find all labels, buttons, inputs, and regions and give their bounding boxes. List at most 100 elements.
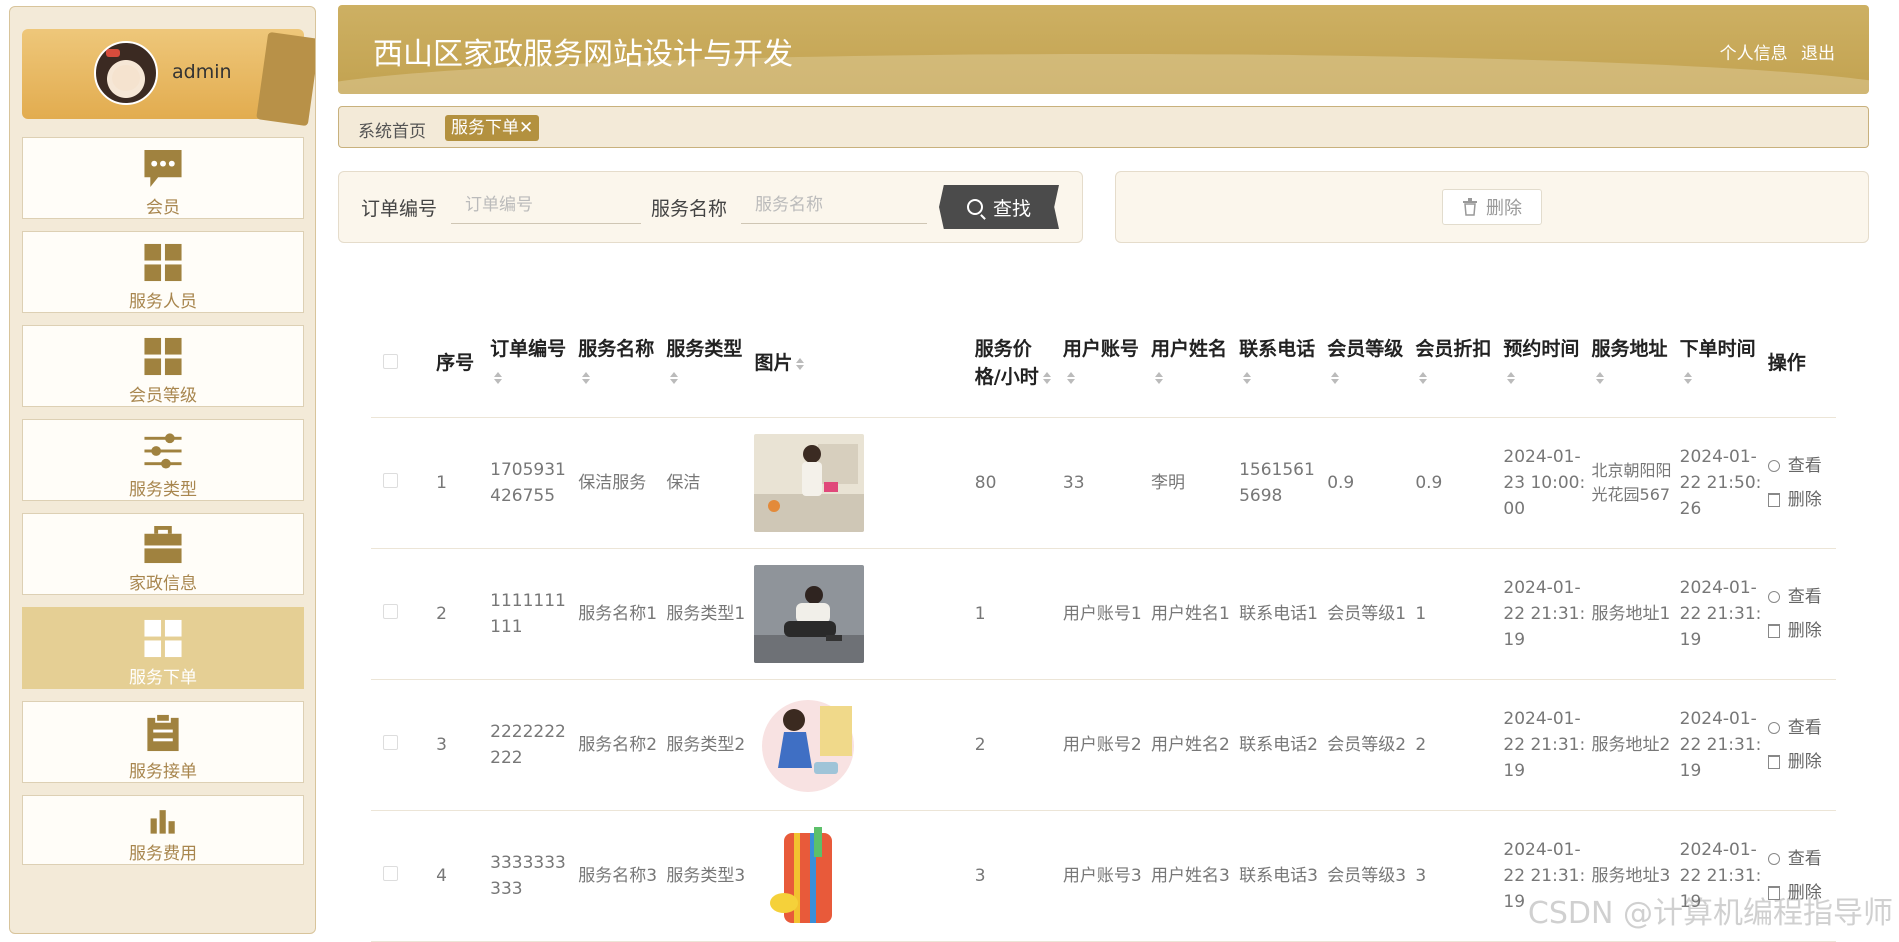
service-image[interactable] xyxy=(754,827,865,925)
cell-price: 80 xyxy=(968,417,1057,549)
col-label: 用户姓名 xyxy=(1150,338,1227,360)
sidebar-item-member[interactable]: 会员 xyxy=(22,137,304,219)
col-discount[interactable]: 会员折扣 xyxy=(1409,309,1498,418)
sort-icon[interactable] xyxy=(1066,371,1075,384)
service-image[interactable] xyxy=(754,565,865,663)
cell-appoint-time: 2024-01-22 21:31:19 xyxy=(1497,548,1586,680)
cell-level: 会员等级1 xyxy=(1321,548,1410,680)
sidebar-item-member-level[interactable]: 会员等级 xyxy=(22,325,304,407)
col-label: 图片 xyxy=(754,352,793,374)
col-label: 序号 xyxy=(436,352,475,374)
view-label: 查看 xyxy=(1787,456,1822,476)
delete-button[interactable]: 删除 xyxy=(1767,749,1836,775)
row-checkbox[interactable] xyxy=(383,604,398,619)
sort-icon[interactable] xyxy=(494,371,503,384)
tab-service-order[interactable]: 服务下单✕ xyxy=(445,115,540,141)
col-service-type[interactable]: 服务类型 xyxy=(660,309,749,418)
cell-order-time: 2024-01-22 21:31:19 xyxy=(1673,548,1762,680)
clipboard-icon xyxy=(147,712,179,752)
breadcrumb-home[interactable]: 系统首页 xyxy=(358,117,426,142)
sidebar-item-housekeeping-info[interactable]: 家政信息 xyxy=(22,513,304,595)
sort-icon[interactable] xyxy=(1507,371,1516,384)
row-checkbox[interactable] xyxy=(383,866,398,881)
delete-button[interactable]: 删除 xyxy=(1767,880,1836,906)
cell-service-type: 保洁 xyxy=(660,417,749,549)
cell-order-no: 2222222222 xyxy=(484,679,573,811)
sidebar-item-service-fee[interactable]: 服务费用 xyxy=(22,795,304,865)
sidebar-item-service-order[interactable]: 服务下单 xyxy=(22,607,304,689)
col-actions: 操作 xyxy=(1761,309,1836,418)
view-button[interactable]: 查看 xyxy=(1767,584,1836,610)
order-no-input[interactable] xyxy=(451,186,641,224)
search-button-label: 查找 xyxy=(992,198,1031,220)
view-button[interactable]: 查看 xyxy=(1767,846,1836,872)
sort-icon[interactable] xyxy=(1595,371,1604,384)
sort-icon[interactable] xyxy=(670,371,679,384)
col-label: 用户账号 xyxy=(1062,338,1139,360)
view-button[interactable]: 查看 xyxy=(1767,715,1836,741)
table-row: 1 1705931426755 保洁服务 保洁 80 33 李明 1561561… xyxy=(371,417,1836,549)
avatar[interactable] xyxy=(94,41,158,105)
col-order-time[interactable]: 下单时间 xyxy=(1673,309,1762,418)
cell-account: 用户账号1 xyxy=(1056,548,1145,680)
sort-icon[interactable] xyxy=(1419,371,1428,384)
trash-icon xyxy=(1463,198,1477,216)
sort-icon[interactable] xyxy=(1331,371,1340,384)
col-account[interactable]: 用户账号 xyxy=(1056,309,1145,418)
bulk-delete-button[interactable]: 删除 xyxy=(1442,189,1542,225)
col-order-no[interactable]: 订单编号 xyxy=(484,309,573,418)
cell-user-name: 用户姓名3 xyxy=(1144,810,1234,942)
cell-service-name: 保洁服务 xyxy=(572,417,661,549)
col-image[interactable]: 图片 xyxy=(748,309,969,418)
sort-icon[interactable] xyxy=(1243,371,1252,384)
sort-icon[interactable] xyxy=(1683,371,1692,384)
orders-table: 序号 订单编号 服务名称 服务类型 图片 服务价格/小时 用户账号 用户姓名 联… xyxy=(371,309,1836,942)
cell-appoint-time: 2024-01-22 21:31:19 xyxy=(1497,810,1586,942)
service-name-input[interactable] xyxy=(741,186,927,224)
cell-user-name: 用户姓名1 xyxy=(1144,548,1234,680)
col-address[interactable]: 服务地址 xyxy=(1585,309,1674,418)
cell-appoint-time: 2024-01-23 10:00:00 xyxy=(1497,417,1586,549)
sort-icon[interactable] xyxy=(796,357,805,370)
logout-link[interactable]: 退出 xyxy=(1801,44,1835,64)
sliders-icon xyxy=(144,433,182,469)
order-no-label: 订单编号 xyxy=(361,198,438,220)
cell-price: 2 xyxy=(968,679,1057,811)
service-image[interactable] xyxy=(754,696,865,794)
cell-actions: 查看 删除 xyxy=(1761,417,1836,549)
sidebar-item-service-type[interactable]: 服务类型 xyxy=(22,419,304,501)
sidebar-item-service-accept[interactable]: 服务接单 xyxy=(22,701,304,783)
service-image[interactable] xyxy=(754,434,865,532)
cell-index: 4 xyxy=(430,810,485,942)
col-price[interactable]: 服务价格/小时 xyxy=(968,309,1057,418)
profile-card: admin xyxy=(22,29,315,127)
cell-order-no: 1705931426755 xyxy=(484,417,573,549)
grid-icon xyxy=(144,243,182,282)
search-button[interactable]: 查找 xyxy=(939,185,1059,229)
breadcrumb: 系统首页 服务下单✕ xyxy=(338,106,1869,148)
cell-phone: 联系电话1 xyxy=(1233,548,1322,680)
delete-button[interactable]: 删除 xyxy=(1767,487,1836,513)
delete-button[interactable]: 删除 xyxy=(1767,618,1836,644)
delete-label: 删除 xyxy=(1787,490,1822,510)
col-appoint-time[interactable]: 预约时间 xyxy=(1497,309,1586,418)
col-label: 联系电话 xyxy=(1239,338,1316,360)
sort-icon[interactable] xyxy=(582,371,591,384)
view-button[interactable]: 查看 xyxy=(1767,453,1836,479)
col-service-name[interactable]: 服务名称 xyxy=(572,309,661,418)
search-icon xyxy=(1767,853,1780,865)
select-all-checkbox[interactable] xyxy=(383,354,398,369)
sidebar-item-staff[interactable]: 服务人员 xyxy=(22,231,304,313)
cell-price: 1 xyxy=(968,548,1057,680)
row-checkbox[interactable] xyxy=(383,735,398,750)
profile-link[interactable]: 个人信息 xyxy=(1720,44,1788,64)
row-checkbox[interactable] xyxy=(383,473,398,488)
sidebar-item-label: 服务下单 xyxy=(129,668,197,688)
sort-icon[interactable] xyxy=(1154,371,1163,384)
cell-level: 会员等级3 xyxy=(1321,810,1410,942)
cell-discount: 0.9 xyxy=(1409,417,1498,549)
sort-icon[interactable] xyxy=(1042,371,1051,384)
col-level[interactable]: 会员等级 xyxy=(1321,309,1410,418)
col-user-name[interactable]: 用户姓名 xyxy=(1144,309,1234,418)
col-phone[interactable]: 联系电话 xyxy=(1233,309,1322,418)
